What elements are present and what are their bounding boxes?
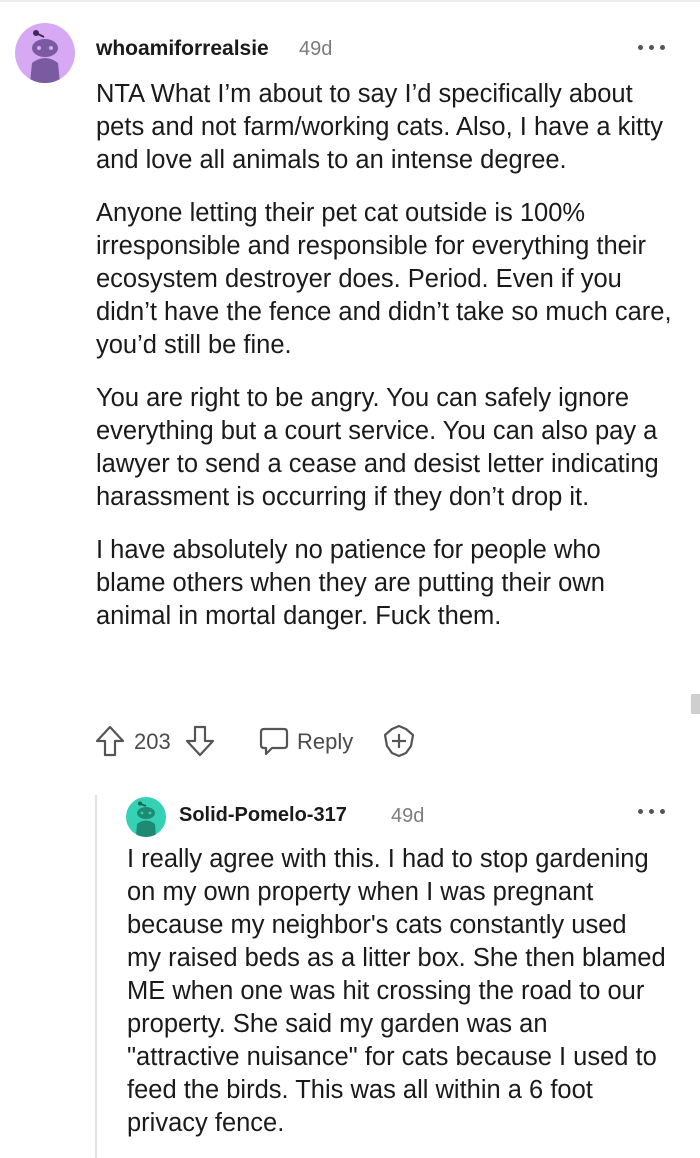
comment-body: NTA What I’m about to say I’d specifical… bbox=[96, 78, 676, 653]
thread-line[interactable] bbox=[95, 795, 97, 1158]
comment-paragraph: You are right to be angry. You can safel… bbox=[96, 384, 659, 511]
downvote-arrow-icon[interactable] bbox=[184, 724, 216, 758]
top-divider bbox=[0, 0, 700, 2]
comment-timestamp: 49d bbox=[299, 38, 333, 60]
comment-paragraph: NTA What I’m about to say I’d specifical… bbox=[96, 80, 663, 174]
snoo-avatar-icon bbox=[30, 30, 60, 83]
more-options-icon[interactable] bbox=[636, 800, 668, 820]
scrollbar-thumb[interactable] bbox=[691, 694, 700, 714]
reply-button[interactable]: Reply bbox=[297, 729, 353, 755]
reply-paragraph: I really agree with this. I had to stop … bbox=[127, 845, 666, 1137]
reply-author[interactable]: Solid-Pomelo-317 bbox=[179, 804, 347, 827]
comment-author[interactable]: whoamiforrealsie bbox=[96, 37, 269, 61]
reply-body: I really agree with this. I had to stop … bbox=[127, 843, 667, 1140]
avatar[interactable] bbox=[126, 797, 166, 837]
speech-bubble-icon[interactable] bbox=[258, 725, 290, 757]
upvote-arrow-icon[interactable] bbox=[94, 724, 126, 758]
comment-paragraph: I have absolutely no patience for people… bbox=[96, 536, 605, 630]
more-options-icon[interactable] bbox=[636, 36, 668, 56]
avatar[interactable] bbox=[15, 23, 75, 83]
comment-paragraph: Anyone letting their pet cat outside is … bbox=[96, 199, 672, 359]
comment-actions: 203 Reply bbox=[94, 722, 434, 760]
award-plus-icon[interactable] bbox=[382, 724, 416, 758]
reply-timestamp: 49d bbox=[391, 805, 425, 827]
snoo-avatar-icon bbox=[136, 801, 156, 837]
vote-score: 203 bbox=[134, 729, 171, 754]
